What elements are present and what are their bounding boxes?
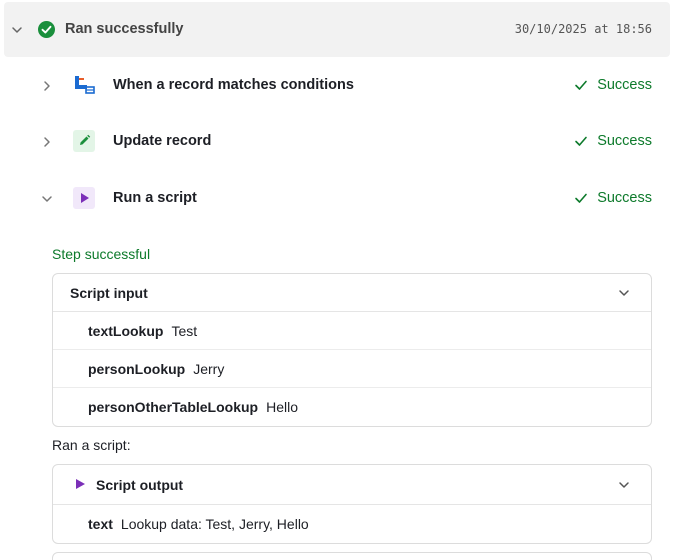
script-input-title: Script input — [70, 285, 148, 301]
output-key: text Lookup data: Test, Jerry, Hello — [88, 516, 309, 532]
success-check-icon — [38, 21, 55, 38]
chevron-down-icon[interactable] — [10, 23, 24, 37]
ran-script-label: Ran a script: — [52, 437, 131, 453]
step-label: Run a script — [113, 190, 197, 206]
chevron-right-icon[interactable] — [40, 135, 54, 149]
trigger-condition-icon — [73, 74, 95, 96]
pencil-icon — [73, 130, 95, 152]
input-row: textLookup Test — [53, 312, 651, 350]
step-row-trigger[interactable]: When a record matches conditions Success — [0, 66, 674, 106]
play-icon — [73, 477, 87, 494]
script-output-title: Script output — [96, 477, 184, 493]
step-status: Success — [574, 190, 652, 206]
check-icon — [574, 78, 588, 92]
input-row: personLookup Jerry — [53, 350, 651, 388]
input-row: personOtherTableLookup Hello — [53, 388, 651, 426]
input-value: Hello — [266, 399, 298, 415]
output-row: text Lookup data: Test, Jerry, Hello — [53, 505, 651, 543]
step-status-text: Success — [597, 77, 652, 93]
script-input-header[interactable]: Script input — [53, 274, 651, 312]
next-card — [52, 552, 652, 560]
chevron-down-icon[interactable] — [617, 478, 631, 492]
input-value: Test — [171, 323, 198, 339]
output-value: Lookup data: Test, Jerry, Hello — [120, 516, 309, 532]
input-value: Jerry — [193, 361, 225, 377]
input-key: textLookup Test — [88, 323, 198, 339]
step-status: Success — [574, 77, 652, 93]
run-summary-header[interactable]: Ran successfully 30/10/2025 at 18:56 — [4, 2, 670, 57]
step-status: Success — [574, 133, 652, 149]
chevron-down-icon[interactable] — [40, 192, 54, 206]
script-input-card: Script input textLookup Test personLookup… — [52, 273, 652, 427]
input-key: personLookup Jerry — [88, 361, 225, 377]
step-status-text: Success — [597, 133, 652, 149]
chevron-right-icon[interactable] — [40, 79, 54, 93]
step-label: Update record — [113, 133, 212, 149]
step-row-update-record[interactable]: Update record Success — [0, 122, 674, 162]
run-status-label: Ran successfully — [65, 21, 184, 37]
play-icon — [73, 187, 95, 209]
step-row-run-script[interactable]: Run a script Success — [0, 179, 674, 219]
step-status-text: Success — [597, 190, 652, 206]
run-timestamp: 30/10/2025 at 18:56 — [514, 22, 652, 36]
script-output-header[interactable]: Script output — [53, 465, 651, 505]
step-result-text: Step successful — [52, 246, 151, 262]
check-icon — [574, 134, 588, 148]
script-output-card: Script output text Lookup data: Test, Jer… — [52, 464, 652, 544]
step-label: When a record matches conditions — [113, 77, 354, 93]
check-icon — [574, 191, 588, 205]
input-key: personOtherTableLookup Hello — [88, 399, 298, 415]
chevron-down-icon[interactable] — [617, 286, 631, 300]
